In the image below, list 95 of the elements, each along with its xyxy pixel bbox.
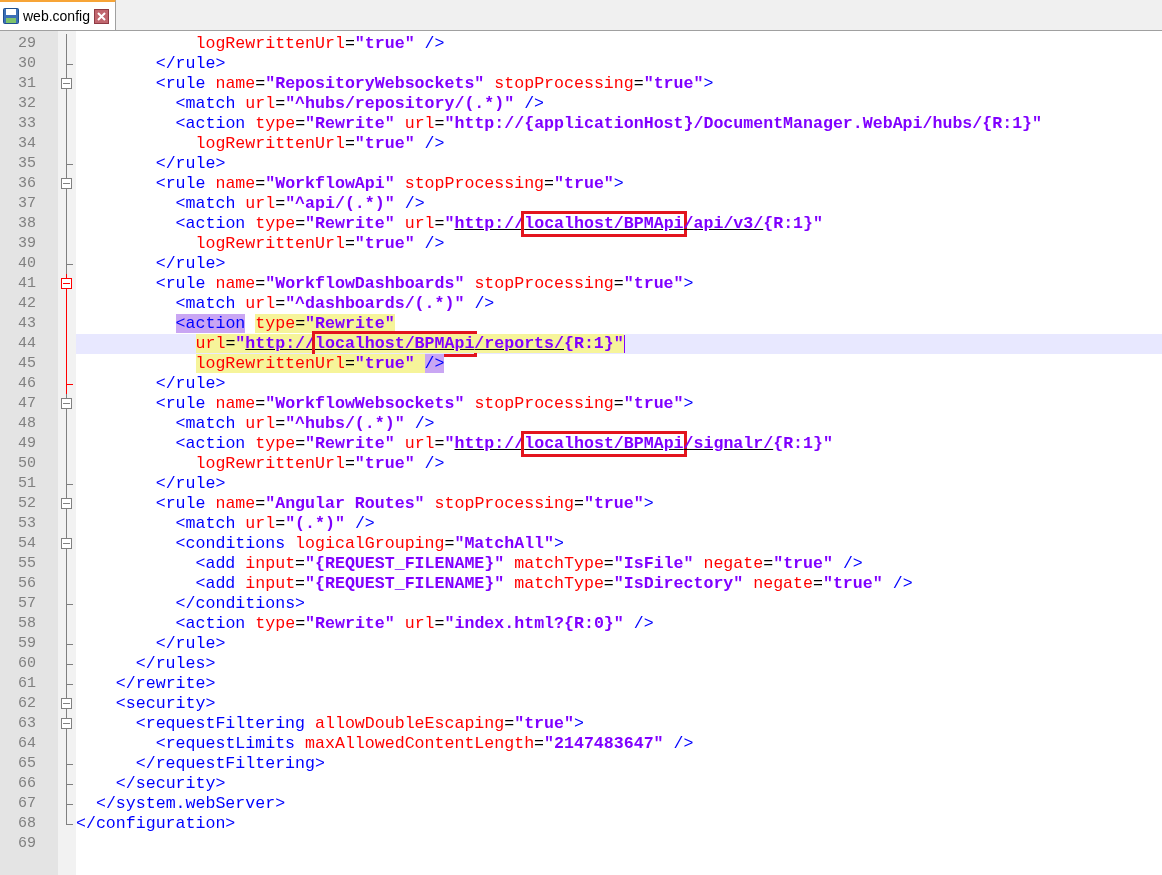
code-text: <match url="(.*)" /> [174, 514, 375, 534]
line-number: 32 [18, 94, 36, 114]
code-text: </configuration> [76, 814, 236, 834]
line-number: 42 [18, 294, 36, 314]
line-number: 65 [18, 754, 36, 774]
line-number: 61 [18, 674, 36, 694]
code-text: <rule name="Angular Routes" stopProcessing="true"> [154, 494, 654, 514]
tab-label: web.config [23, 6, 90, 26]
line-number: 66 [18, 774, 36, 794]
code-text: <security> [114, 694, 216, 714]
annotated-code-text: localhost/BPMApi [524, 434, 684, 454]
line-number: 37 [18, 194, 36, 214]
line-number: 58 [18, 614, 36, 634]
collapse-icon[interactable] [61, 178, 72, 189]
line-number: 55 [18, 554, 36, 574]
line-number: 44 [18, 334, 36, 354]
code-text: </rules> [134, 654, 216, 674]
code-text: <rule name="WorkflowApi" stopProcessing="true"> [154, 174, 624, 194]
code-text: </rule> [154, 254, 226, 274]
line-number: 39 [18, 234, 36, 254]
code-text: logRewrittenUrl="true" /> [194, 234, 445, 254]
line-number: 31 [18, 74, 36, 94]
collapse-icon[interactable] [61, 398, 72, 409]
line-number: 69 [18, 834, 36, 854]
line-number: 34 [18, 134, 36, 154]
code-text: </rule> [154, 54, 226, 74]
line-number: 45 [18, 354, 36, 374]
code-text: /reports/{R:1}" [474, 334, 624, 354]
line-number: 46 [18, 374, 36, 394]
code-text: <rule name="RepositoryWebsockets" stopProcessing="true"> [154, 74, 714, 94]
code-text: <match url="^hubs/repository/(.*)" /> [174, 94, 545, 114]
line-number: 53 [18, 514, 36, 534]
code-text: </rule> [154, 374, 226, 394]
code-text: <action type="Rewrite" url="http://{applicationHost}/DocumentManager.WebApi/hubs/{R:1}" [174, 114, 1042, 134]
line-number: 64 [18, 734, 36, 754]
collapse-icon[interactable] [61, 78, 72, 89]
collapse-icon[interactable] [61, 498, 72, 509]
code-text: <action type="Rewrite" [174, 314, 395, 334]
line-number: 47 [18, 394, 36, 414]
code-text: </rule> [154, 634, 226, 654]
line-number: 57 [18, 594, 36, 614]
collapse-icon[interactable] [61, 278, 72, 289]
collapse-icon[interactable] [61, 698, 72, 709]
code-text: </security> [114, 774, 226, 794]
code-text: <match url="^api/(.*)" /> [174, 194, 425, 214]
code-text: <requestLimits maxAllowedContentLength="2147483647" /> [154, 734, 694, 754]
collapse-icon[interactable] [61, 538, 72, 549]
line-number: 41 [18, 274, 36, 294]
line-number: 51 [18, 474, 36, 494]
line-number: 60 [18, 654, 36, 674]
code-text: logRewrittenUrl="true" /> [194, 134, 445, 154]
file-tab[interactable]: web.config [0, 0, 116, 30]
code-text: <rule name="WorkflowDashboards" stopProcessing="true"> [154, 274, 694, 294]
code-text: </rewrite> [114, 674, 216, 694]
line-number: 56 [18, 574, 36, 594]
code-text: logRewrittenUrl="true" /> [194, 34, 445, 54]
code-text: <action type="Rewrite" url="http:// [174, 214, 525, 234]
line-number: 62 [18, 694, 36, 714]
code-text: </system.webServer> [94, 794, 286, 814]
line-number: 40 [18, 254, 36, 274]
code-text: </rule> [154, 474, 226, 494]
code-text: <requestFiltering allowDoubleEscaping="true"> [134, 714, 584, 734]
code-text: <add input="{REQUEST_FILENAME}" matchType="IsFile" negate="true" /> [194, 554, 863, 574]
code-text: logRewrittenUrl="true" /> [194, 454, 445, 474]
line-number: 36 [18, 174, 36, 194]
code-text: logRewrittenUrl="true" /> [194, 354, 445, 374]
line-number: 29 [18, 34, 36, 54]
line-number: 49 [18, 434, 36, 454]
code-text: <add input="{REQUEST_FILENAME}" matchType="IsDirectory" negate="true" /> [194, 574, 913, 594]
code-text: </rule> [154, 154, 226, 174]
line-number: 63 [18, 714, 36, 734]
annotated-code-text: localhost/BPMApi [524, 214, 684, 234]
line-number: 50 [18, 454, 36, 474]
code-text: </conditions> [174, 594, 306, 614]
line-number: 48 [18, 414, 36, 434]
line-number: 33 [18, 114, 36, 134]
line-number: 38 [18, 214, 36, 234]
line-number: 35 [18, 154, 36, 174]
annotated-code-text: localhost/BPMApi [315, 334, 475, 354]
close-icon[interactable] [93, 8, 109, 24]
line-number: 67 [18, 794, 36, 814]
code-text: </requestFiltering> [134, 754, 325, 774]
line-number: 43 [18, 314, 36, 334]
line-number: 30 [18, 54, 36, 74]
code-text: <match url="^hubs/(.*)" /> [174, 414, 435, 434]
code-text: <action type="Rewrite" url="http:// [174, 434, 525, 454]
line-number: 54 [18, 534, 36, 554]
code-text: <rule name="WorkflowWebsockets" stopProcessing="true"> [154, 394, 694, 414]
line-number: 68 [18, 814, 36, 834]
collapse-icon[interactable] [61, 718, 72, 729]
code-text: <conditions logicalGrouping="MatchAll"> [174, 534, 564, 554]
code-text: <match url="^dashboards/(.*)" /> [174, 294, 495, 314]
line-number: 59 [18, 634, 36, 654]
code-text: <action type="Rewrite" url="index.html?{R:0}" /> [174, 614, 654, 634]
line-number: 52 [18, 494, 36, 514]
